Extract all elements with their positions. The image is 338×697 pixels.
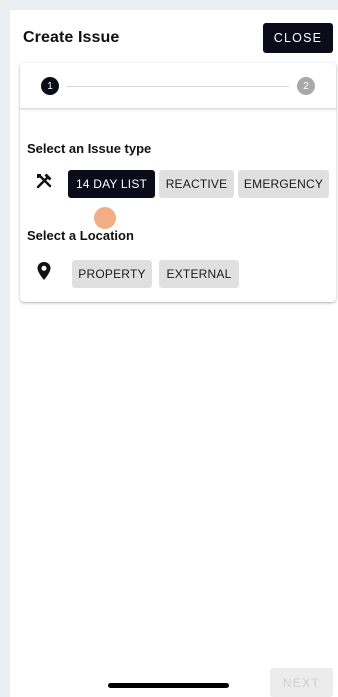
home-indicator — [108, 683, 229, 688]
stepper: 1 2 — [20, 63, 336, 109]
location-label: Select a Location — [27, 228, 134, 243]
tools-icon — [34, 171, 54, 191]
issue-type-label: Select an Issue type — [27, 141, 152, 156]
create-issue-sheet: Create Issue CLOSE 1 2 Select an Issue t… — [10, 10, 338, 697]
issue-type-reactive-chip[interactable]: REACTIVE — [159, 170, 234, 198]
location-property-chip[interactable]: PROPERTY — [72, 260, 152, 288]
location-pin-icon — [34, 261, 54, 281]
issue-type-14-day-list-chip[interactable]: 14 DAY LIST — [68, 170, 155, 198]
step-connector — [67, 86, 289, 87]
touch-ripple — [94, 207, 116, 229]
next-button[interactable]: NEXT — [270, 668, 333, 697]
issue-form-card: 1 2 Select an Issue type 14 DAY LIST REA… — [20, 63, 336, 302]
location-external-chip[interactable]: EXTERNAL — [159, 260, 239, 288]
issue-type-emergency-chip[interactable]: EMERGENCY — [238, 170, 329, 198]
page-title: Create Issue — [23, 29, 120, 46]
step-1-indicator: 1 — [41, 77, 59, 95]
close-button[interactable]: CLOSE — [263, 23, 333, 53]
header: Create Issue CLOSE — [10, 10, 338, 64]
step-2-indicator: 2 — [297, 77, 315, 95]
